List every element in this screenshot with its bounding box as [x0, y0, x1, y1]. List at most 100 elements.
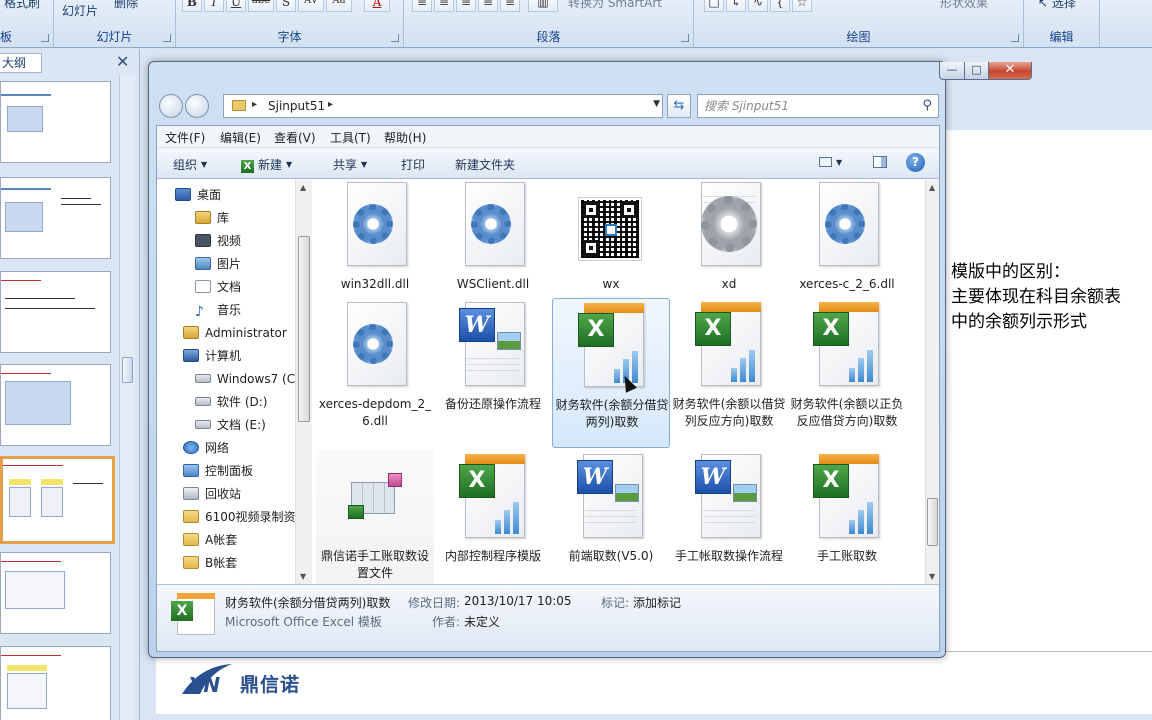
group-launcher-icon[interactable] — [681, 34, 689, 42]
nav-item[interactable]: A帐套 — [183, 531, 237, 549]
bold-button[interactable]: B — [182, 0, 202, 12]
nav-item[interactable]: Administrator — [183, 324, 287, 342]
view-options-button[interactable]: ▼ — [819, 156, 842, 170]
nav-item[interactable]: Windows7 (C: — [195, 370, 299, 388]
menu-tools[interactable]: 工具(T) — [330, 129, 371, 146]
nav-item[interactable]: 文档 (E:) — [195, 416, 266, 434]
shape-button[interactable]: ∿ — [748, 0, 768, 12]
group-launcher-icon[interactable] — [41, 34, 49, 42]
scroll-up-icon[interactable]: ▲ — [929, 183, 935, 192]
file-item[interactable]: xerces-depdom_2_6.dll — [316, 298, 434, 448]
file-list-scrollbar[interactable]: ▲ ▼ — [925, 180, 939, 584]
scroll-up-icon[interactable]: ▲ — [300, 183, 306, 192]
nav-item[interactable]: 桌面 — [175, 186, 221, 204]
file-item[interactable]: W 备份还原操作流程 — [434, 298, 552, 448]
print-button[interactable]: 打印 — [401, 156, 425, 173]
details-tags-value[interactable]: 添加标记 — [633, 594, 681, 611]
file-item[interactable]: X 财务软件(余额以借贷列反应方向)取数 — [670, 298, 788, 448]
address-bar[interactable]: ▸ Sjinput51 ▸ ▼ — [223, 94, 663, 118]
nav-item[interactable]: 计算机 — [183, 347, 241, 365]
chevron-down-icon[interactable]: ▼ — [653, 99, 660, 109]
select-button[interactable]: ↖ 选择 — [1038, 0, 1076, 12]
italic-button[interactable]: I — [204, 0, 224, 12]
search-input[interactable] — [704, 98, 904, 114]
change-case-button[interactable]: Aa — [326, 0, 352, 12]
group-launcher-icon[interactable] — [163, 34, 171, 42]
font-color-button[interactable]: A — [364, 0, 390, 12]
menu-edit[interactable]: 编辑(E) — [220, 129, 261, 146]
search-box[interactable]: ⚲ — [697, 94, 939, 118]
slides-scrollbar[interactable] — [119, 75, 135, 720]
justify-button[interactable]: ≡ — [478, 0, 498, 12]
char-spacing-button[interactable]: AV — [298, 0, 324, 12]
nav-item[interactable]: 库 — [195, 209, 229, 227]
maximize-button[interactable]: □ — [964, 62, 989, 80]
shadow-button[interactable]: S — [276, 0, 296, 12]
slide-text-box[interactable]: 模版中的区别： 主要体现在科目余额表 中的余额列示形式 — [951, 260, 1152, 335]
preview-pane-button[interactable] — [873, 156, 887, 171]
convert-smartart-button[interactable]: 转换为 SmartArt — [568, 0, 662, 12]
menu-view[interactable]: 查看(V) — [274, 129, 316, 146]
navigation-scrollbar[interactable]: ▲ ▼ — [295, 180, 312, 584]
columns-button[interactable]: ▥ — [528, 0, 558, 12]
format-painter-button[interactable]: 格式刷 — [4, 0, 40, 12]
slide-thumbnail[interactable] — [0, 552, 111, 634]
slide-thumbnail[interactable] — [0, 646, 111, 720]
slide-thumbnail-selected[interactable] — [0, 456, 115, 544]
scrollbar-thumb[interactable] — [122, 357, 133, 383]
slide-thumbnail[interactable] — [0, 81, 111, 163]
shape-effects-button[interactable]: 形状效果 — [940, 0, 988, 12]
minimize-button[interactable]: — — [939, 62, 965, 80]
refresh-button[interactable]: ⇆ — [667, 94, 691, 118]
share-button[interactable]: 共享 ▼ — [333, 156, 367, 173]
file-item[interactable]: W 前端取数(V5.0) — [552, 450, 670, 584]
shape-button[interactable]: ↳ — [726, 0, 746, 12]
organize-button[interactable]: 组织 ▼ — [173, 156, 207, 173]
nav-item[interactable]: ♪ 音乐 — [195, 301, 241, 319]
breadcrumb-item[interactable]: Sjinput51 — [268, 99, 325, 113]
close-button[interactable]: ✕ — [988, 62, 1032, 80]
nav-item[interactable]: 6100视频录制资 — [183, 508, 296, 526]
underline-button[interactable]: U — [226, 0, 246, 12]
scrollbar-thumb[interactable] — [927, 498, 938, 546]
distributed-button[interactable]: ≡ — [500, 0, 520, 12]
file-item[interactable]: 鼎信诺手工账取数设置文件 — [316, 450, 434, 584]
outline-tab[interactable]: 大纲 — [0, 53, 42, 73]
shape-button[interactable]: ☆ — [792, 0, 812, 12]
chevron-right-icon[interactable]: ▸ — [252, 99, 257, 110]
slides-button[interactable]: 幻灯片 — [62, 2, 98, 20]
forward-button[interactable] — [185, 94, 209, 118]
align-center-button[interactable]: ≡ — [434, 0, 454, 12]
nav-item[interactable]: 回收站 — [183, 485, 241, 503]
delete-slide-button[interactable]: 删除 — [114, 0, 138, 12]
nav-item[interactable]: 软件 (D:) — [195, 393, 267, 411]
group-launcher-icon[interactable] — [391, 34, 399, 42]
file-item[interactable]: X 财务软件(余额以正负反应借贷方向)取数 — [788, 298, 906, 448]
menu-file[interactable]: 文件(F) — [165, 129, 205, 146]
align-right-button[interactable]: ≡ — [456, 0, 476, 12]
new-button[interactable]: X 新建 ▼ — [241, 156, 292, 173]
nav-item[interactable]: 视频 — [195, 232, 241, 250]
scrollbar-thumb[interactable] — [298, 236, 310, 422]
strikethrough-button[interactable]: abe — [248, 0, 274, 12]
file-item-selected[interactable]: X 财务软件(余额分借贷两列)取数 — [552, 298, 670, 448]
new-folder-button[interactable]: 新建文件夹 — [455, 156, 515, 173]
group-launcher-icon[interactable] — [1011, 34, 1019, 42]
nav-item[interactable]: 文档 — [195, 278, 241, 296]
shape-button[interactable]: { — [770, 0, 790, 12]
nav-item[interactable]: 图片 — [195, 255, 241, 273]
slide-thumbnail[interactable] — [0, 177, 111, 259]
nav-item[interactable]: 控制面板 — [183, 462, 253, 480]
nav-item[interactable]: B帐套 — [183, 554, 237, 572]
close-icon[interactable]: ✕ — [116, 53, 129, 71]
chevron-right-icon[interactable]: ▸ — [328, 99, 333, 110]
menu-help[interactable]: 帮助(H) — [384, 129, 426, 146]
back-button[interactable] — [159, 94, 183, 118]
align-left-button[interactable]: ≡ — [412, 0, 432, 12]
file-item[interactable]: X 手工账取数 — [788, 450, 906, 584]
file-item[interactable]: W 手工帐取数操作流程 — [670, 450, 788, 584]
help-icon[interactable]: ? — [906, 153, 925, 172]
nav-item[interactable]: 网络 — [183, 439, 229, 457]
scroll-down-icon[interactable]: ▼ — [929, 572, 935, 581]
search-icon[interactable]: ⚲ — [922, 98, 932, 113]
